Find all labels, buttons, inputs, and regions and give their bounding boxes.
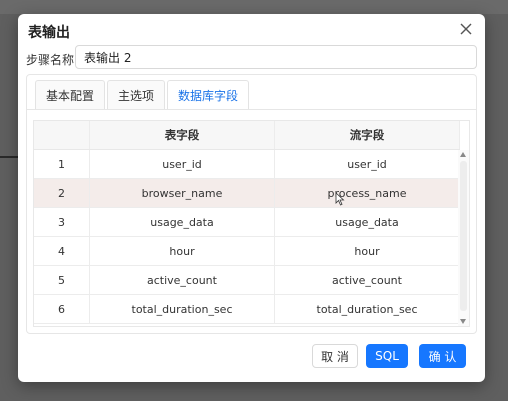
- field-mapping-table: 表字段 流字段 1 user_id user_id 2 browser_name…: [33, 120, 470, 327]
- table-row[interactable]: 3 usage_data usage_data: [34, 208, 460, 237]
- sql-button[interactable]: SQL: [366, 344, 408, 368]
- tab-divider: [27, 109, 476, 110]
- table-header: 表字段 流字段: [34, 121, 460, 150]
- table-field-cell[interactable]: active_count: [90, 266, 275, 294]
- row-index: 2: [34, 179, 90, 207]
- tab-basic-config[interactable]: 基本配置: [35, 80, 106, 110]
- tab-panel: 基本配置 主选项 数据库字段 表字段 流字段 1 user_id user_id…: [26, 74, 477, 334]
- table-output-dialog: 表输出 步骤名称: 基本配置 主选项 数据库字段 表字段 流字段 1 user_…: [18, 14, 485, 382]
- table-row[interactable]: 2 browser_name process_name: [34, 179, 460, 208]
- background-toolbar: [0, 0, 508, 14]
- header-table-field: 表字段: [90, 121, 275, 149]
- header-stream-field: 流字段: [275, 121, 460, 149]
- table-row[interactable]: 1 user_id user_id: [34, 150, 460, 179]
- table-field-cell[interactable]: hour: [90, 237, 275, 265]
- tab-bar: 基本配置 主选项 数据库字段: [35, 80, 251, 110]
- close-icon[interactable]: [459, 22, 473, 36]
- table-row[interactable]: 6 total_duration_sec total_duration_sec: [34, 295, 460, 324]
- scrollbar-thumb[interactable]: [460, 161, 467, 311]
- table-field-cell[interactable]: usage_data: [90, 208, 275, 236]
- table-row[interactable]: 4 hour hour: [34, 237, 460, 266]
- dialog-title: 表输出: [28, 25, 70, 41]
- row-index: 4: [34, 237, 90, 265]
- table-row[interactable]: 5 active_count active_count: [34, 266, 460, 295]
- table-field-cell[interactable]: total_duration_sec: [90, 295, 275, 323]
- stream-field-cell[interactable]: active_count: [275, 266, 460, 294]
- background-connector-line: [0, 156, 20, 158]
- tab-db-fields[interactable]: 数据库字段: [167, 80, 250, 110]
- step-name-input[interactable]: [75, 45, 477, 69]
- stream-field-cell[interactable]: process_name: [275, 179, 460, 207]
- stream-field-cell[interactable]: usage_data: [275, 208, 460, 236]
- row-index: 3: [34, 208, 90, 236]
- table-scrollbar[interactable]: [458, 150, 469, 326]
- tab-main-options[interactable]: 主选项: [107, 80, 166, 110]
- table-field-cell[interactable]: user_id: [90, 150, 275, 178]
- stream-field-cell[interactable]: total_duration_sec: [275, 295, 460, 323]
- stream-field-cell[interactable]: user_id: [275, 150, 460, 178]
- scroll-up-icon[interactable]: [460, 152, 466, 157]
- row-index: 5: [34, 266, 90, 294]
- row-index: 1: [34, 150, 90, 178]
- stream-field-cell[interactable]: hour: [275, 237, 460, 265]
- scroll-down-icon[interactable]: [460, 319, 466, 324]
- row-index: 6: [34, 295, 90, 323]
- table-field-cell[interactable]: browser_name: [90, 179, 275, 207]
- mouse-cursor-icon: [335, 192, 345, 206]
- header-index: [34, 121, 90, 149]
- step-name-label: 步骤名称:: [26, 53, 79, 67]
- cancel-button[interactable]: 取 消: [312, 344, 358, 368]
- confirm-button[interactable]: 确 认: [419, 344, 466, 368]
